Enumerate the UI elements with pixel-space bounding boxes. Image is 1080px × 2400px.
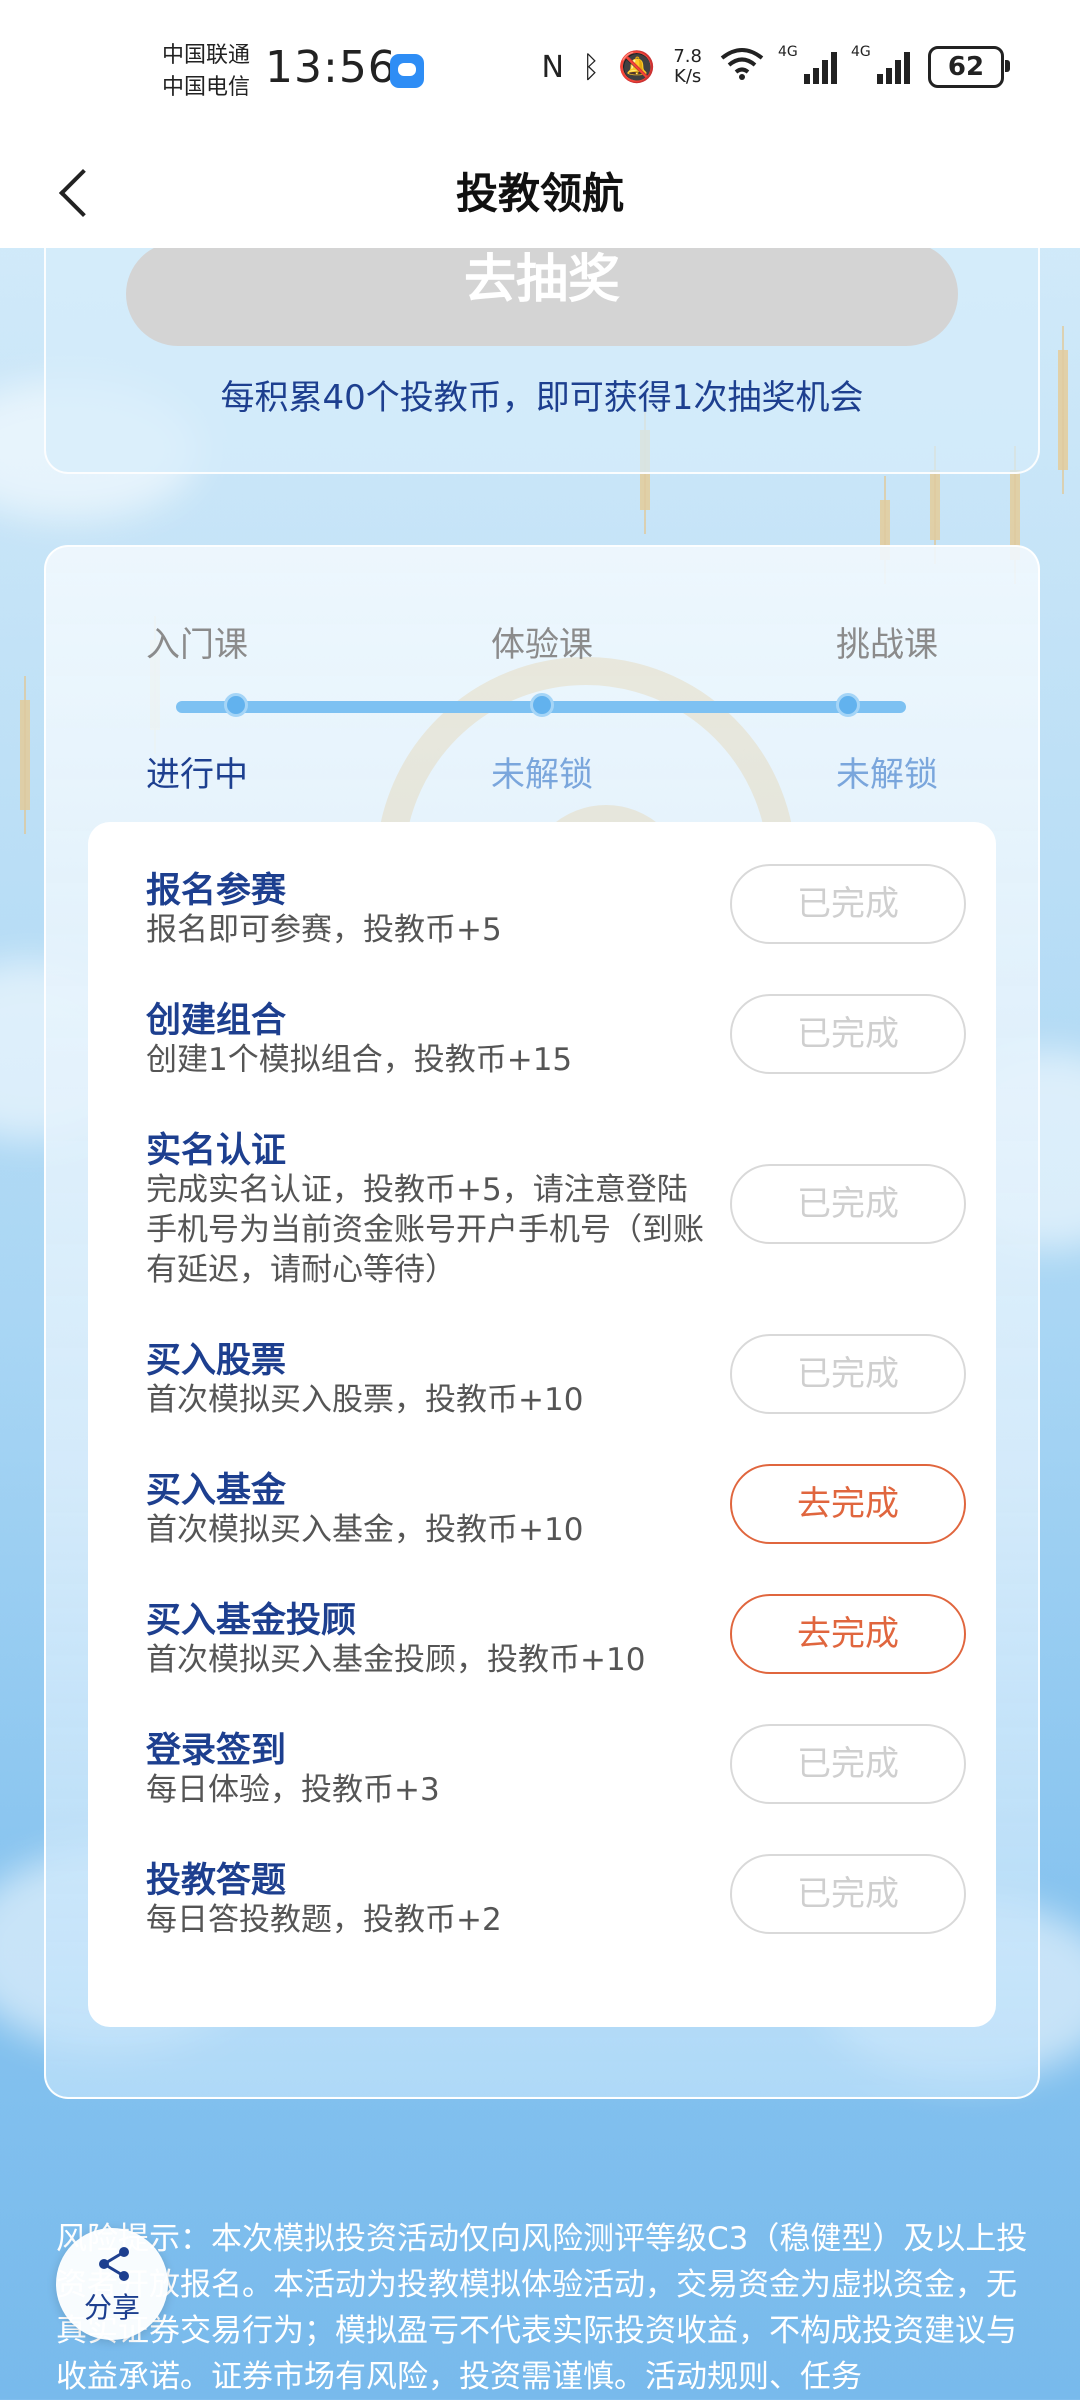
status-bar: 中国联通 中国电信 13:56 N ᛒ 🔕 7.8 K/s 4G 4G 62: [0, 0, 1080, 140]
stage-progress-dot: [836, 693, 860, 717]
task-description: 创建1个模拟组合，投教币+15: [146, 1042, 573, 1078]
stage-status-locked: 未解锁: [491, 755, 593, 795]
task-title: 登录签到: [146, 1731, 287, 1771]
stage-status-in-progress: 进行中: [146, 755, 248, 795]
status-time: 13:56: [265, 42, 397, 93]
task-description: 报名即可参赛，投教币+5: [146, 912, 502, 948]
nfc-icon: N: [541, 49, 564, 85]
wifi-icon: [720, 46, 764, 88]
share-icon: [99, 2247, 129, 2281]
back-arrow-icon[interactable]: [44, 154, 124, 234]
task-go-complete-button[interactable]: 去完成: [730, 1464, 966, 1544]
task-completed-button[interactable]: 已完成: [730, 864, 966, 944]
task-completed-button[interactable]: 已完成: [730, 1164, 966, 1244]
task-completed-button[interactable]: 已完成: [730, 1724, 966, 1804]
task-title: 报名参赛: [146, 871, 287, 911]
stage-progress-dot: [530, 693, 554, 717]
task-list: 报名参赛 报名即可参赛，投教币+5 已完成 创建组合 创建1个模拟组合，投教币+…: [88, 822, 996, 2027]
signal-strength-icon-1: 4G: [778, 44, 837, 84]
risk-notice: 风险提示：本次模拟投资活动仅向风险测评等级C3（稳健型）及以上投资者开放报名。本…: [56, 2221, 1028, 2395]
mute-bell-icon: 🔕: [618, 49, 656, 85]
task-title: 买入股票: [146, 1341, 287, 1381]
task-completed-button[interactable]: 已完成: [730, 1334, 966, 1414]
message-notification-icon: [390, 54, 424, 88]
task-go-complete-button[interactable]: 去完成: [730, 1594, 966, 1674]
task-description: 首次模拟买入基金，投教币+10: [146, 1512, 584, 1548]
battery-icon: 62: [928, 46, 1010, 88]
task-title: 创建组合: [146, 1001, 287, 1041]
share-label: 分享: [83, 2291, 140, 2324]
task-description: 每日答投教题，投教币+2: [146, 1902, 502, 1938]
network-speed: 7.8 K/s: [673, 46, 702, 87]
stage-statuses: 进行中 未解锁 未解锁: [46, 747, 1038, 796]
carrier-2: 中国电信: [162, 75, 251, 100]
navigation-bar: 投教领航: [0, 140, 1080, 248]
lottery-note: 每积累40个投教币，即可获得1次抽奖机会: [220, 378, 864, 418]
stage-progress-dot: [224, 693, 248, 717]
lottery-button[interactable]: 去抽奖: [126, 242, 958, 346]
page-title: 投教领航: [455, 169, 624, 218]
lottery-card: 去抽奖 每积累40个投教币，即可获得1次抽奖机会: [44, 210, 1040, 474]
stage-status-locked: 未解锁: [836, 755, 938, 795]
task-title: 投教答题: [146, 1861, 287, 1901]
share-button[interactable]: 分享: [56, 2228, 168, 2340]
stage-names: 入门课 体验课 挑战课: [46, 617, 1038, 666]
system-icons: N ᛒ 🔕 7.8 K/s 4G 4G 62: [541, 44, 1010, 88]
task-completed-button[interactable]: 已完成: [730, 1854, 966, 1934]
stage-name[interactable]: 体验课: [467, 617, 617, 666]
course-panel: 入门课 体验课 挑战课 进行中 未解锁 未解锁 报名参赛 报名即可参赛，投教币+…: [44, 545, 1040, 2099]
task-description: 每日体验，投教币+3: [146, 1772, 440, 1808]
stage-name[interactable]: 挑战课: [812, 617, 962, 666]
task-title: 买入基金投顾: [146, 1601, 357, 1641]
carrier-info: 中国联通 中国电信: [162, 40, 250, 104]
bluetooth-icon: ᛒ: [582, 49, 600, 85]
task-description: 首次模拟买入基金投顾，投教币+10: [146, 1642, 646, 1678]
carrier-1: 中国联通: [162, 43, 251, 68]
signal-strength-icon-2: 4G: [851, 44, 910, 84]
stage-name[interactable]: 入门课: [122, 617, 272, 666]
task-title: 买入基金: [146, 1471, 287, 1511]
task-description: 首次模拟买入股票，投教币+10: [146, 1382, 584, 1418]
task-title: 实名认证: [146, 1131, 287, 1171]
task-description: 完成实名认证，投教币+5，请注意登陆手机号为当前资金账号开户手机号（到账有延迟，…: [146, 1172, 704, 1288]
task-completed-button[interactable]: 已完成: [730, 994, 966, 1074]
